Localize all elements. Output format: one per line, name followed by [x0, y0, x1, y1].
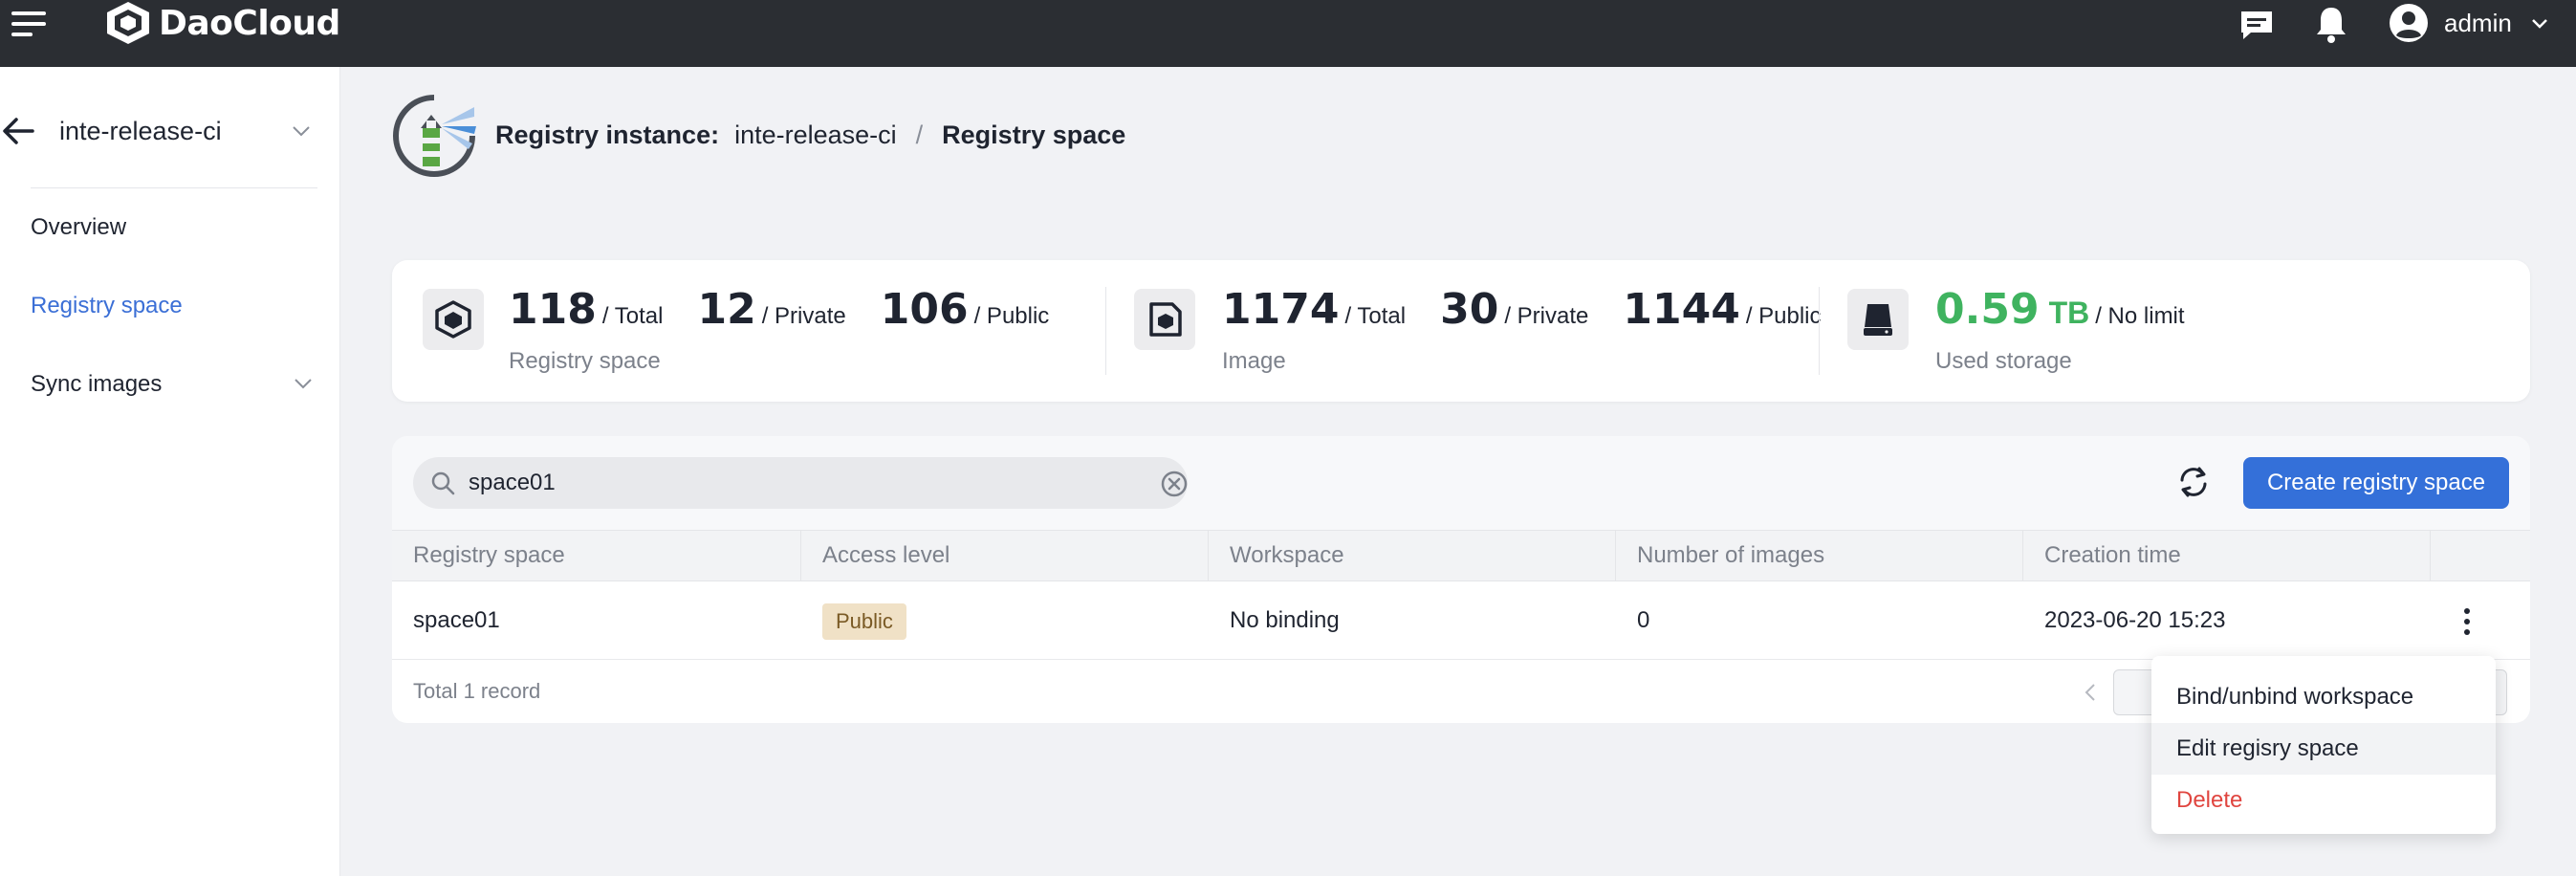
sidebar-divider — [31, 187, 317, 188]
breadcrumb-instance[interactable]: inte-release-ci — [734, 120, 897, 150]
username: admin — [2444, 8, 2512, 37]
search-icon — [431, 471, 455, 495]
public-unit: / Public — [1745, 303, 1822, 329]
column-header-creation-time[interactable]: Creation time — [2023, 531, 2431, 580]
private-unit: / Private — [761, 303, 846, 329]
stats-card: 118 / Total 12 / Private 106 / Public Re… — [392, 260, 2530, 402]
storage-stat-icon — [1847, 289, 1909, 350]
image-stats: 1174 / Total 30 / Private 1144 / Public — [1222, 285, 1822, 334]
chevron-down-icon[interactable] — [291, 122, 312, 140]
image-box-icon — [1149, 302, 1182, 337]
image-private: 30 — [1440, 285, 1499, 334]
bell-icon[interactable] — [2310, 4, 2352, 46]
instance-switcher[interactable]: inte-release-ci — [0, 105, 340, 155]
message-icon[interactable] — [2236, 4, 2278, 46]
stats-divider — [1105, 287, 1106, 375]
breadcrumb-separator: / — [915, 120, 924, 149]
menu-icon[interactable] — [11, 10, 46, 38]
table-row[interactable]: space01 Public No binding 0 2023-06-20 1… — [392, 581, 2530, 660]
registry-space-caption: Registry space — [509, 348, 661, 374]
breadcrumb-label: Registry instance: — [495, 120, 720, 149]
page-title: Registry space — [942, 120, 1126, 149]
sidebar-item-sync-images[interactable]: Sync images — [31, 371, 162, 398]
row-actions-menu: Bind/unbind workspace Edit regisry space… — [2151, 656, 2496, 834]
refresh-icon[interactable] — [2174, 463, 2213, 501]
clear-icon[interactable] — [1161, 471, 1188, 497]
image-public: 1144 — [1623, 285, 1740, 334]
cell-access-level: Public — [801, 581, 906, 660]
column-header-registry-space[interactable]: Registry space — [392, 531, 801, 580]
menu-item-bind-unbind-workspace[interactable]: Bind/unbind workspace — [2151, 671, 2496, 723]
menu-item-delete[interactable]: Delete — [2151, 775, 2496, 826]
instance-name: inte-release-ci — [59, 117, 222, 145]
storage-unit: TB — [2048, 296, 2090, 330]
table-header: Registry space Access level Workspace Nu… — [392, 530, 2530, 581]
total-unit: / Total — [1344, 303, 1407, 329]
chevron-down-icon[interactable] — [293, 375, 314, 392]
avatar-icon — [2390, 4, 2428, 42]
sidebar-item-overview[interactable]: Overview — [31, 214, 126, 241]
sidebar-item-registry-space[interactable]: Registry space — [31, 293, 183, 319]
brand-name: DaoCloud — [159, 3, 340, 43]
storage-drive-icon — [1864, 304, 1892, 336]
search-input[interactable] — [469, 465, 1119, 501]
registry-space-public: 106 — [880, 285, 969, 334]
column-header-workspace[interactable]: Workspace — [1209, 531, 1616, 580]
public-unit: / Public — [973, 303, 1050, 329]
menu-item-edit-registry-space[interactable]: Edit regisry space — [2151, 723, 2496, 775]
cell-registry-space[interactable]: space01 — [392, 581, 500, 660]
total-unit: / Total — [601, 303, 664, 329]
cell-workspace: No binding — [1230, 607, 1340, 633]
create-registry-space-button[interactable]: Create registry space — [2243, 457, 2509, 509]
image-total: 1174 — [1222, 285, 1340, 334]
stats-divider — [1819, 287, 1820, 375]
private-unit: / Private — [1504, 303, 1589, 329]
cell-creation-time: 2023-06-20 15:23 — [2044, 607, 2226, 633]
storage-used: 0.59 — [1935, 285, 2040, 334]
column-header-access-level[interactable]: Access level — [801, 531, 1209, 580]
registry-space-private: 12 — [697, 285, 756, 334]
registry-space-stats: 118 / Total 12 / Private 106 / Public — [509, 285, 1049, 334]
daocloud-logo-icon — [107, 2, 149, 44]
image-stat-icon — [1134, 289, 1195, 350]
daocloud-logo[interactable]: DaoCloud — [103, 0, 340, 46]
user-menu[interactable]: admin — [2389, 0, 2550, 46]
registry-space-total: 118 — [509, 285, 597, 334]
chevron-left-icon[interactable] — [2079, 679, 2102, 706]
more-actions-icon[interactable] — [2450, 604, 2484, 639]
breadcrumb: Registry instance: inte-release-ci / Reg… — [495, 120, 1125, 150]
search-box[interactable] — [413, 457, 1188, 509]
status-badge: Public — [822, 602, 906, 640]
chevron-down-icon — [2531, 19, 2547, 29]
storage-stats: 0.59 TB / No limit — [1935, 285, 2185, 334]
storage-caption: Used storage — [1935, 348, 2072, 374]
cell-number-of-images: 0 — [1637, 607, 1650, 633]
registry-space-stat-icon — [423, 289, 484, 350]
harbor-logo-icon — [393, 94, 476, 177]
storage-limit: / No limit — [2095, 303, 2185, 329]
total-records: Total 1 record — [413, 679, 541, 703]
image-caption: Image — [1222, 348, 1286, 374]
back-arrow-icon[interactable] — [2, 117, 34, 145]
top-bar: DaoCloud admin — [0, 0, 2576, 67]
column-header-number-of-images[interactable]: Number of images — [1616, 531, 2023, 580]
sidebar: inte-release-ci Overview Registry space … — [0, 67, 340, 876]
cube-icon — [435, 300, 471, 339]
